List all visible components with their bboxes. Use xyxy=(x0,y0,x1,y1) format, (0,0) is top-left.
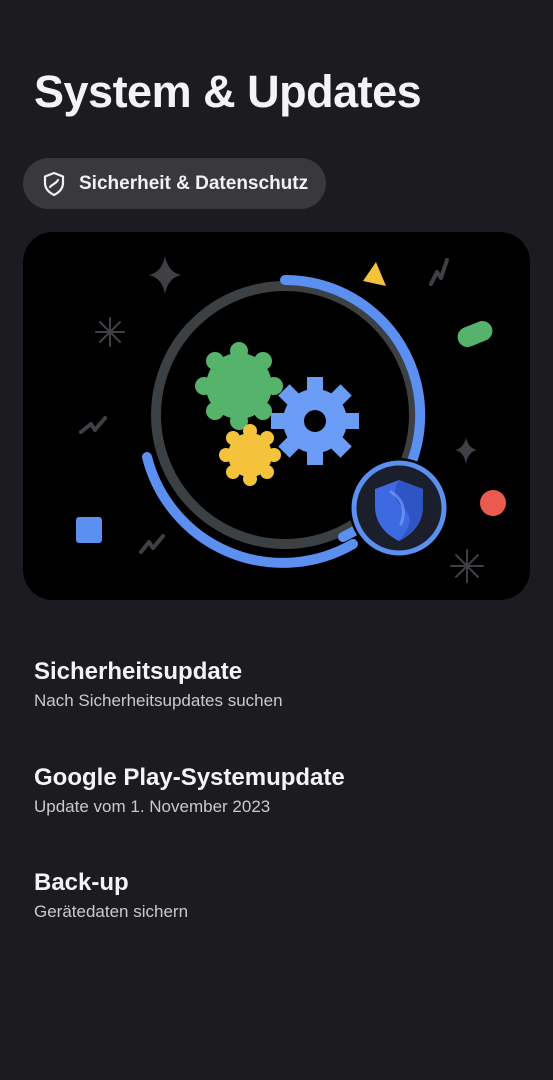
shield-badge-icon xyxy=(349,458,449,558)
list-item-subtitle: Nach Sicherheitsupdates suchen xyxy=(34,691,283,710)
green-gear-icon xyxy=(195,342,283,430)
list-item-google-play-update[interactable]: Google Play-Systemupdate Update vom 1. N… xyxy=(34,761,524,839)
security-update-illustration xyxy=(23,232,530,600)
dot-decoration xyxy=(480,490,506,516)
page-title: System & Updates xyxy=(34,66,422,117)
list-item-title: Google Play-Systemupdate xyxy=(34,764,345,791)
list-item-title: Back-up xyxy=(34,869,129,896)
security-privacy-chip[interactable]: Sicherheit & Datenschutz xyxy=(23,158,327,209)
squiggle-decoration xyxy=(139,534,165,554)
list-item-subtitle: Gerätedaten sichern xyxy=(34,902,189,921)
list-item-title: Sicherheitsupdate xyxy=(34,658,243,685)
sparkle-decoration xyxy=(149,256,181,294)
chip-label: Sicherheit & Datenschutz xyxy=(79,172,309,194)
asterisk-decoration xyxy=(450,549,484,583)
square-decoration xyxy=(76,517,102,543)
squiggle-decoration xyxy=(429,258,449,286)
pill-decoration xyxy=(457,321,493,347)
list-item-security-update[interactable]: Sicherheitsupdate Nach Sicherheitsupdate… xyxy=(34,655,524,733)
list-item-subtitle: Update vom 1. November 2023 xyxy=(34,797,271,816)
squiggle-decoration xyxy=(79,416,107,434)
shield-outline-icon xyxy=(41,171,67,197)
yellow-gear-icon xyxy=(219,424,281,486)
triangle-decoration xyxy=(363,262,386,286)
asterisk-decoration xyxy=(95,317,125,347)
sparkle-decoration xyxy=(455,437,477,464)
blue-gear-icon xyxy=(271,377,359,465)
list-item-backup[interactable]: Back-up Gerätedaten sichern xyxy=(34,866,524,944)
